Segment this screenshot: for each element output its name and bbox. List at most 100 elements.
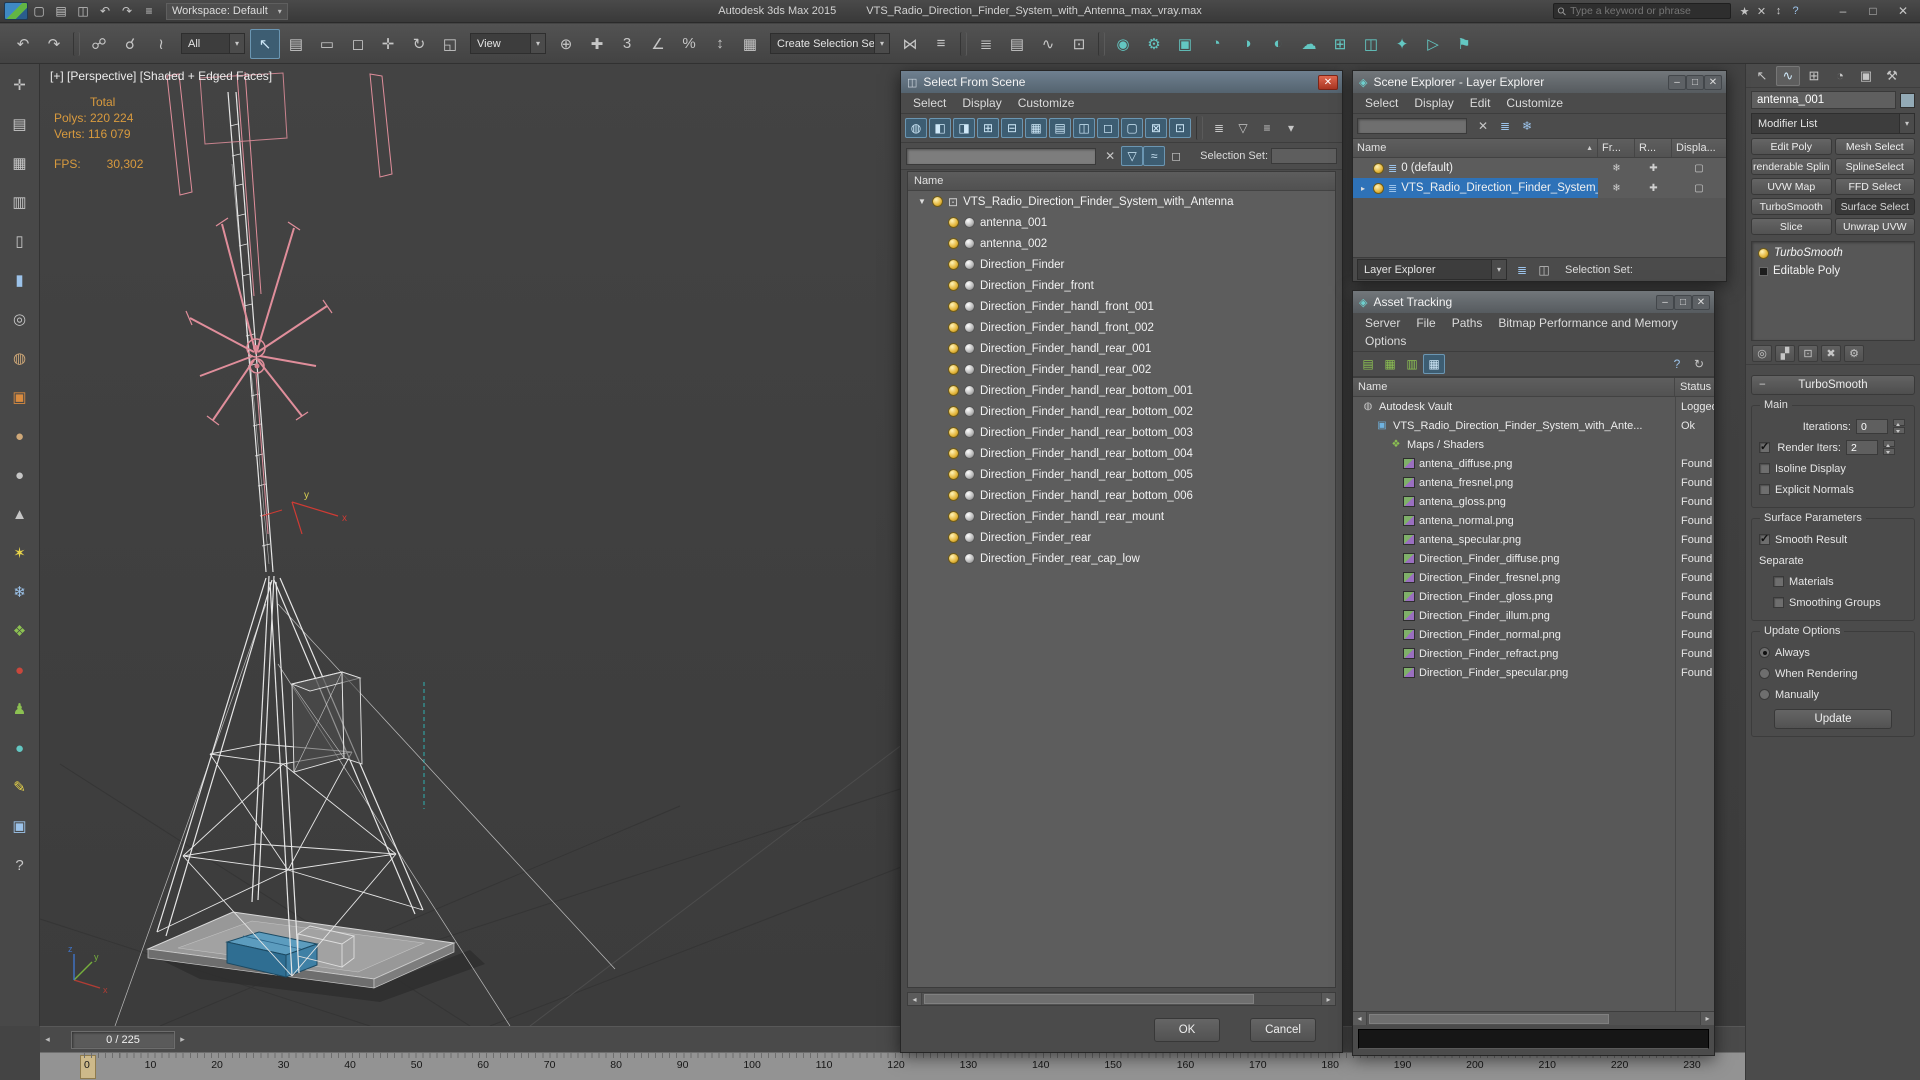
tool-icon[interactable]: ✛ — [6, 72, 34, 98]
stack-tool-icon[interactable]: ◎ — [1752, 345, 1772, 362]
modifier-stack-entry[interactable]: Editable Poly — [1752, 262, 1914, 280]
scene-object-row[interactable]: antenna_002 — [908, 233, 1335, 254]
search-field[interactable] — [1357, 118, 1467, 134]
turbosmooth-rollout-header[interactable]: TurboSmooth — [1751, 375, 1915, 395]
modifier-set-button[interactable]: Slice — [1751, 218, 1832, 235]
tool-icon[interactable]: ? — [6, 852, 34, 878]
scroll-left-icon[interactable]: ◂ — [1353, 1012, 1367, 1025]
toolbar-icon[interactable]: ≣ — [971, 29, 1001, 59]
asset-toolbar-icon[interactable]: ? — [1666, 354, 1688, 374]
menu-item[interactable]: Bitmap Performance and Memory — [1490, 314, 1685, 332]
display-filter-icon[interactable]: ▾ — [1280, 118, 1302, 138]
toolbar-icon[interactable]: ◔ — [1201, 29, 1231, 59]
toolbar-icon[interactable]: ▭ — [312, 29, 342, 59]
toolbar-icon[interactable]: ☌ — [115, 29, 145, 59]
explicit-normals-checkbox[interactable] — [1759, 484, 1770, 495]
quick-access-icon[interactable]: ↶ — [94, 2, 116, 21]
search-aux-icon[interactable]: ↕ — [1770, 3, 1787, 20]
toolbar-icon[interactable]: ↶ — [8, 29, 38, 59]
asset-row[interactable]: ❖ Maps / Shaders — [1353, 435, 1714, 454]
modifier-set-button[interactable]: UVW Map — [1751, 178, 1832, 195]
asset-row[interactable]: antena_diffuse.png Found — [1353, 454, 1714, 473]
display-filter-icon[interactable]: ≡ — [1256, 118, 1278, 138]
command-panel-tab[interactable]: ↖ — [1750, 66, 1774, 86]
toolbar-icon[interactable]: ↷ — [39, 29, 69, 59]
dialog-titlebar[interactable]: ◫ Select From Scene ✕ — [901, 71, 1342, 93]
asset-toolbar-icon[interactable]: ↻ — [1688, 354, 1710, 374]
name-column-header[interactable]: Name — [908, 172, 1335, 191]
asset-row[interactable]: ▣ VTS_Radio_Direction_Finder_System_with… — [1353, 416, 1714, 435]
previous-frame-button[interactable]: ◂ — [40, 1034, 55, 1045]
toolbar-icon[interactable]: ∿ — [1033, 29, 1063, 59]
toolbar-icon[interactable]: ◉ — [1108, 29, 1138, 59]
display-filter-icon[interactable]: ≣ — [1208, 118, 1230, 138]
scene-object-row[interactable]: Direction_Finder_handl_rear_bottom_004 — [908, 443, 1335, 464]
command-panel-tab[interactable]: ⚒ — [1880, 66, 1904, 86]
tool-icon[interactable]: ◍ — [6, 345, 34, 371]
toolbar-icon[interactable]: % — [674, 29, 704, 59]
menu-item[interactable]: File — [1408, 314, 1443, 332]
tool-icon[interactable]: ◎ — [6, 306, 34, 332]
explorer-toolbar-icon[interactable]: ≣ — [1494, 116, 1516, 136]
scroll-right-icon[interactable]: ▸ — [1321, 993, 1335, 1005]
visibility-bulb-icon[interactable] — [948, 448, 959, 459]
asset-row[interactable]: Direction_Finder_fresnel.png Found — [1353, 568, 1714, 587]
tool-icon[interactable]: ▣ — [6, 384, 34, 410]
tool-icon[interactable]: ● — [6, 423, 34, 449]
modifier-list-dropdown[interactable]: Modifier List ▾ — [1751, 113, 1915, 134]
toolbar-icon[interactable]: ⊕ — [551, 29, 581, 59]
visibility-bulb-icon[interactable] — [948, 238, 959, 249]
toolbar-icon[interactable]: ≀ — [146, 29, 176, 59]
display-icon[interactable]: ▢ — [1672, 163, 1726, 174]
visibility-bulb-icon[interactable] — [948, 343, 959, 354]
scene-object-row[interactable]: Direction_Finder_handl_rear_bottom_001 — [908, 380, 1335, 401]
asset-row[interactable]: antena_gloss.png Found — [1353, 492, 1714, 511]
scene-object-row[interactable]: Direction_Finder_handl_rear_mount — [908, 506, 1335, 527]
update-option-row[interactable]: Manually — [1757, 684, 1909, 705]
toolbar-icon[interactable] — [73, 31, 80, 56]
command-panel-tab[interactable]: ▣ — [1854, 66, 1878, 86]
viewport-label[interactable]: [+] [Perspective] [Shaded + Edged Faces] — [50, 69, 272, 83]
display-filter-icon[interactable] — [1196, 116, 1203, 140]
visibility-bulb-icon[interactable] — [948, 364, 959, 375]
antenna-selected[interactable] — [166, 71, 393, 535]
window-control-button[interactable]: – — [1828, 0, 1858, 22]
tool-icon[interactable]: ● — [6, 735, 34, 761]
reference-coordinate-dropdown[interactable]: View ▾ — [470, 33, 546, 54]
toolbar-icon[interactable]: ◑ — [1232, 29, 1262, 59]
asset-toolbar-icon[interactable]: ▦ — [1423, 354, 1445, 374]
explorer-bottom-icon[interactable]: ◫ — [1533, 260, 1555, 280]
menu-item[interactable]: Customize — [1498, 94, 1571, 112]
toolbar-icon[interactable]: ∠ — [643, 29, 673, 59]
quick-access-icon[interactable]: ▢ — [28, 2, 50, 21]
search-aux-icon[interactable]: ✕ — [1753, 3, 1770, 20]
tool-icon[interactable]: ✎ — [6, 774, 34, 800]
visibility-bulb-icon[interactable] — [948, 217, 959, 228]
scene-object-row[interactable]: Direction_Finder_rear_cap_low — [908, 548, 1335, 569]
window-titlebar[interactable]: ◈ Asset Tracking – □ ✕ — [1353, 291, 1714, 313]
asset-row[interactable]: Direction_Finder_refract.png Found — [1353, 644, 1714, 663]
freeze-icon[interactable]: ❄ — [1598, 183, 1635, 194]
display-filter-icon[interactable]: ⊡ — [1169, 118, 1191, 138]
scrollbar-thumb[interactable] — [924, 994, 1254, 1004]
tool-icon[interactable]: ♟ — [6, 696, 34, 722]
toolbar-icon[interactable]: ◫ — [1356, 29, 1386, 59]
expand-arrow-icon[interactable]: ▸ — [1361, 184, 1369, 193]
scene-object-row[interactable]: Direction_Finder_handl_front_001 — [908, 296, 1335, 317]
menu-item[interactable]: Edit — [1462, 94, 1499, 112]
column-header[interactable]: Fr... — [1598, 139, 1635, 157]
current-frame-display[interactable]: 0 / 225 — [71, 1030, 175, 1049]
scene-object-row[interactable]: Direction_Finder_handl_rear_002 — [908, 359, 1335, 380]
toolbar-icon[interactable]: ↖ — [250, 28, 280, 59]
tool-icon[interactable]: ● — [6, 462, 34, 488]
name-column-header[interactable]: Name — [1353, 378, 1675, 396]
modifier-set-button[interactable]: Surface Select — [1834, 198, 1915, 215]
object-name-field[interactable]: antenna_001 — [1751, 91, 1896, 109]
asset-row[interactable]: Direction_Finder_normal.png Found — [1353, 625, 1714, 644]
scene-object-row[interactable]: Direction_Finder_handl_front_002 — [908, 317, 1335, 338]
visibility-bulb-icon[interactable] — [948, 511, 959, 522]
search-aux-icon[interactable]: ? — [1787, 3, 1804, 20]
scene-object-row[interactable]: Direction_Finder_front — [908, 275, 1335, 296]
update-button[interactable]: Update — [1774, 709, 1892, 729]
display-filter-icon[interactable]: ▽ — [1232, 118, 1254, 138]
